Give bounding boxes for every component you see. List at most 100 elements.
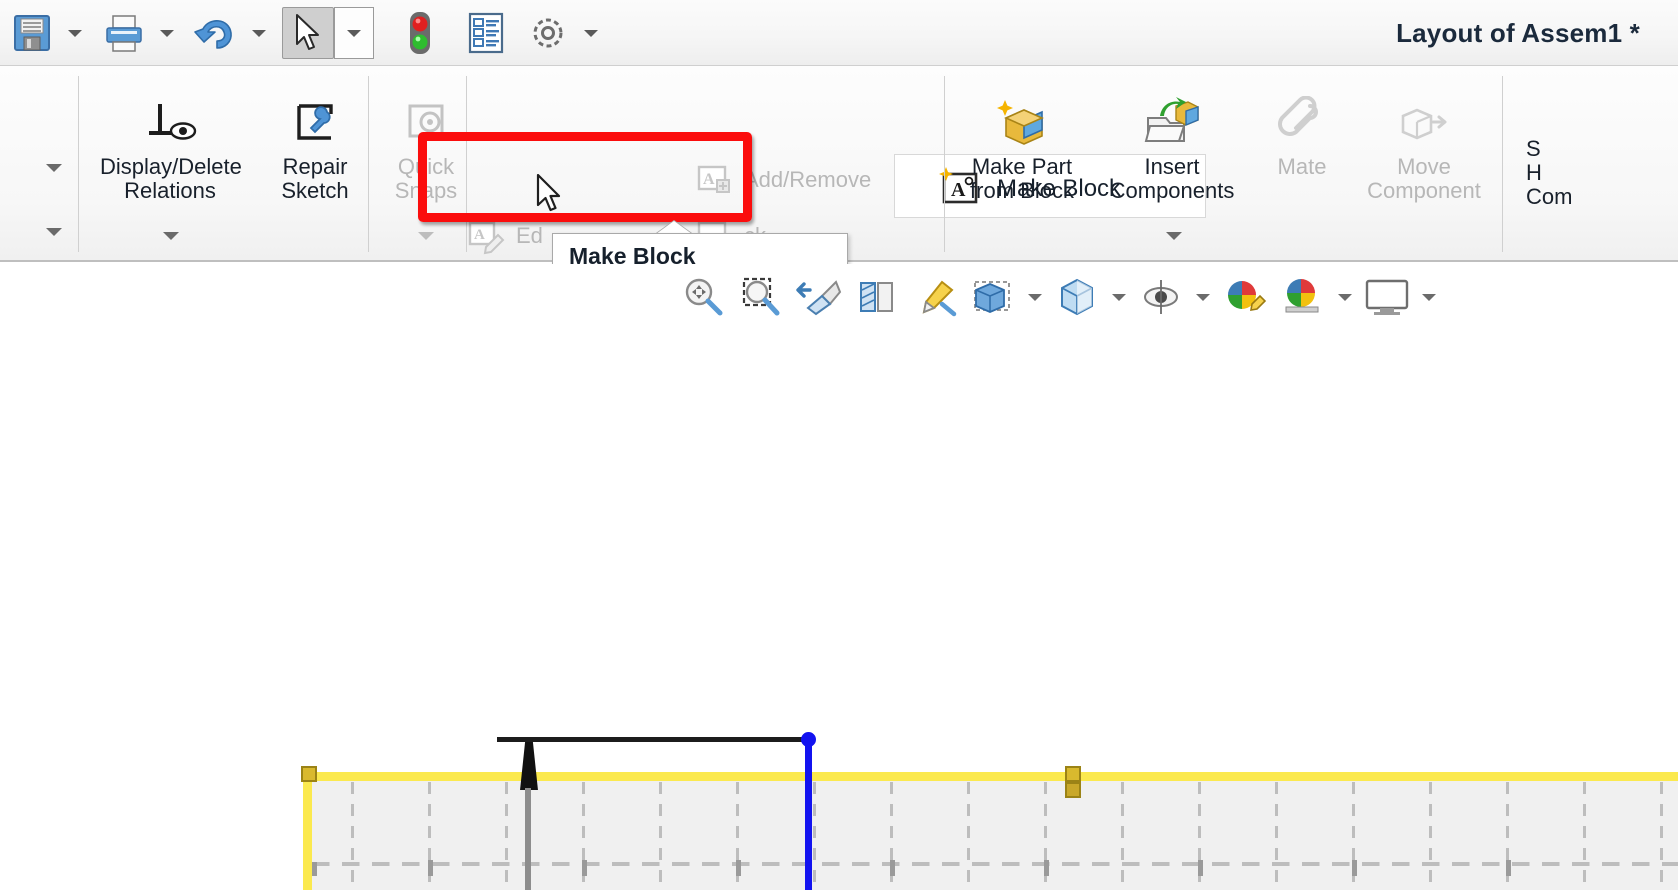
make-part-from-block-label-line2: from Block — [970, 178, 1074, 203]
apply-scene-dropdown[interactable] — [1332, 268, 1358, 326]
heads-up-view-toolbar — [0, 264, 1678, 332]
grid-line — [967, 782, 970, 890]
sketch-node[interactable] — [1065, 766, 1081, 782]
grid-tick — [1506, 860, 1511, 876]
options-dropdown[interactable] — [574, 7, 608, 59]
grid-line — [1660, 782, 1663, 890]
display-delete-relations-label-line1: Display/Delete — [100, 154, 242, 179]
construction-endpoint[interactable] — [801, 732, 816, 747]
options-button[interactable] — [522, 7, 574, 59]
selected-vertical-edge[interactable] — [303, 772, 312, 890]
chevron-down-icon — [1028, 293, 1042, 301]
chevron-down-icon — [68, 29, 82, 37]
ribbon: Display/Delete Relations Repair Sketch Q… — [0, 66, 1678, 307]
grid-tick — [1044, 860, 1049, 876]
insert-components-label-line1: Insert — [1144, 154, 1200, 179]
sketch-node[interactable] — [301, 766, 317, 782]
add-remove-label: Add/Remove — [744, 167, 872, 192]
quick-snaps-dropdown-caret[interactable] — [418, 232, 434, 240]
ribbon-group-blocks: A Make Block A Add/Remove A Ed — [466, 74, 1206, 300]
print-button[interactable] — [98, 7, 150, 59]
undo-button[interactable] — [190, 7, 242, 59]
insert-components-button[interactable]: Insert Components — [1102, 92, 1242, 204]
sketch-region-fill — [307, 778, 1678, 890]
show-hidden-components-label-line3: Com — [1526, 184, 1573, 209]
svg-text:A: A — [474, 227, 485, 243]
display-delete-relations-icon — [100, 92, 240, 150]
undo-dropdown[interactable] — [242, 7, 276, 59]
add-remove-entities-button[interactable]: A Add/Remove — [694, 158, 871, 202]
mate-button[interactable]: Mate — [1232, 92, 1372, 180]
ribbon-group-quick-snaps: Quick Snaps — [370, 74, 466, 254]
show-hidden-components-label-line1: S — [1526, 136, 1541, 161]
view-settings-button[interactable] — [1132, 268, 1190, 326]
grid-tick — [736, 860, 741, 876]
zoom-to-fit-button[interactable] — [674, 268, 732, 326]
block-stem[interactable] — [525, 788, 531, 890]
sketch-node[interactable] — [1065, 782, 1081, 798]
chevron-down-icon — [1338, 293, 1352, 301]
make-part-from-block-button[interactable]: Make Part from Block — [952, 92, 1092, 204]
move-component-button[interactable]: Move Component — [1354, 92, 1494, 204]
display-delete-relations-button[interactable]: Display/Delete Relations — [100, 92, 242, 204]
chevron-down-icon — [584, 29, 598, 37]
display-delete-relations-label-line2: Relations — [124, 178, 216, 203]
make-part-from-block-label-line1: Make Part — [971, 154, 1073, 179]
chevron-down-icon — [1196, 293, 1210, 301]
zoom-to-area-button[interactable] — [732, 268, 790, 326]
block-crossbar[interactable] — [497, 737, 809, 742]
section-view-button[interactable] — [848, 268, 906, 326]
view-orientation-button[interactable] — [906, 268, 964, 326]
hide-show-items-button[interactable] — [1048, 268, 1106, 326]
document-title: Layout of Assem1 * — [1396, 18, 1640, 48]
solidworks-window: Layout of Assem1 * Display/Delete Relati… — [0, 0, 1678, 890]
select-tool-button[interactable] — [282, 7, 334, 59]
edit-block-icon: A — [466, 216, 506, 256]
quick-access-toolbar: Layout of Assem1 * — [0, 0, 1678, 66]
view-settings-dropdown[interactable] — [1190, 268, 1216, 326]
grid-line — [1121, 782, 1124, 890]
display-delete-relations-dropdown-caret[interactable] — [163, 232, 179, 240]
mate-paperclip-icon — [1232, 92, 1372, 150]
print-dropdown[interactable] — [150, 7, 184, 59]
grid-line — [1583, 782, 1586, 890]
rebuild-button[interactable] — [394, 7, 446, 59]
display-style-button[interactable] — [964, 268, 1022, 326]
svg-text:A: A — [703, 171, 715, 188]
show-hidden-components-button[interactable]: S H Com — [1526, 132, 1678, 210]
display-style-dropdown[interactable] — [1022, 268, 1048, 326]
grid-line — [1275, 782, 1278, 890]
file-properties-button[interactable] — [460, 7, 512, 59]
edit-block-button[interactable]: A Ed — [466, 214, 543, 258]
grid-line — [312, 862, 1678, 866]
hide-show-items-dropdown[interactable] — [1106, 268, 1132, 326]
graphics-area[interactable] — [0, 332, 1678, 890]
grid-tick — [428, 860, 433, 876]
ribbon-group-assembly: Make Part from Block Insert Components M… — [944, 74, 1500, 254]
edit-appearance-button[interactable] — [1216, 268, 1274, 326]
move-component-label-line1: Move — [1397, 154, 1451, 179]
grid-tick — [1352, 860, 1357, 876]
apply-scene-button[interactable] — [1274, 268, 1332, 326]
save-dropdown[interactable] — [58, 7, 92, 59]
sketch-canvas — [0, 332, 1678, 890]
selected-horizontal-edge[interactable] — [303, 772, 1678, 781]
move-component-label-line2: Component — [1367, 178, 1481, 203]
grid-line — [505, 782, 508, 890]
previous-view-button[interactable] — [790, 268, 848, 326]
select-tool-dropdown[interactable] — [334, 7, 374, 59]
viewport-button[interactable] — [1358, 268, 1416, 326]
viewport-dropdown[interactable] — [1416, 268, 1442, 326]
move-component-icon — [1354, 92, 1494, 150]
grid-tick — [890, 860, 895, 876]
mouse-cursor — [536, 173, 566, 218]
make-part-from-block-icon — [952, 92, 1092, 150]
chevron-down-icon — [1422, 293, 1436, 301]
chevron-down-icon — [347, 29, 361, 37]
ribbon-group-sketch-tools: Display/Delete Relations Repair Sketch — [0, 74, 370, 254]
save-button[interactable] — [6, 7, 58, 59]
grid-tick — [1198, 860, 1203, 876]
insert-components-icon — [1102, 92, 1242, 150]
construction-line[interactable] — [805, 738, 812, 890]
insert-components-dropdown-caret[interactable] — [1166, 232, 1182, 240]
